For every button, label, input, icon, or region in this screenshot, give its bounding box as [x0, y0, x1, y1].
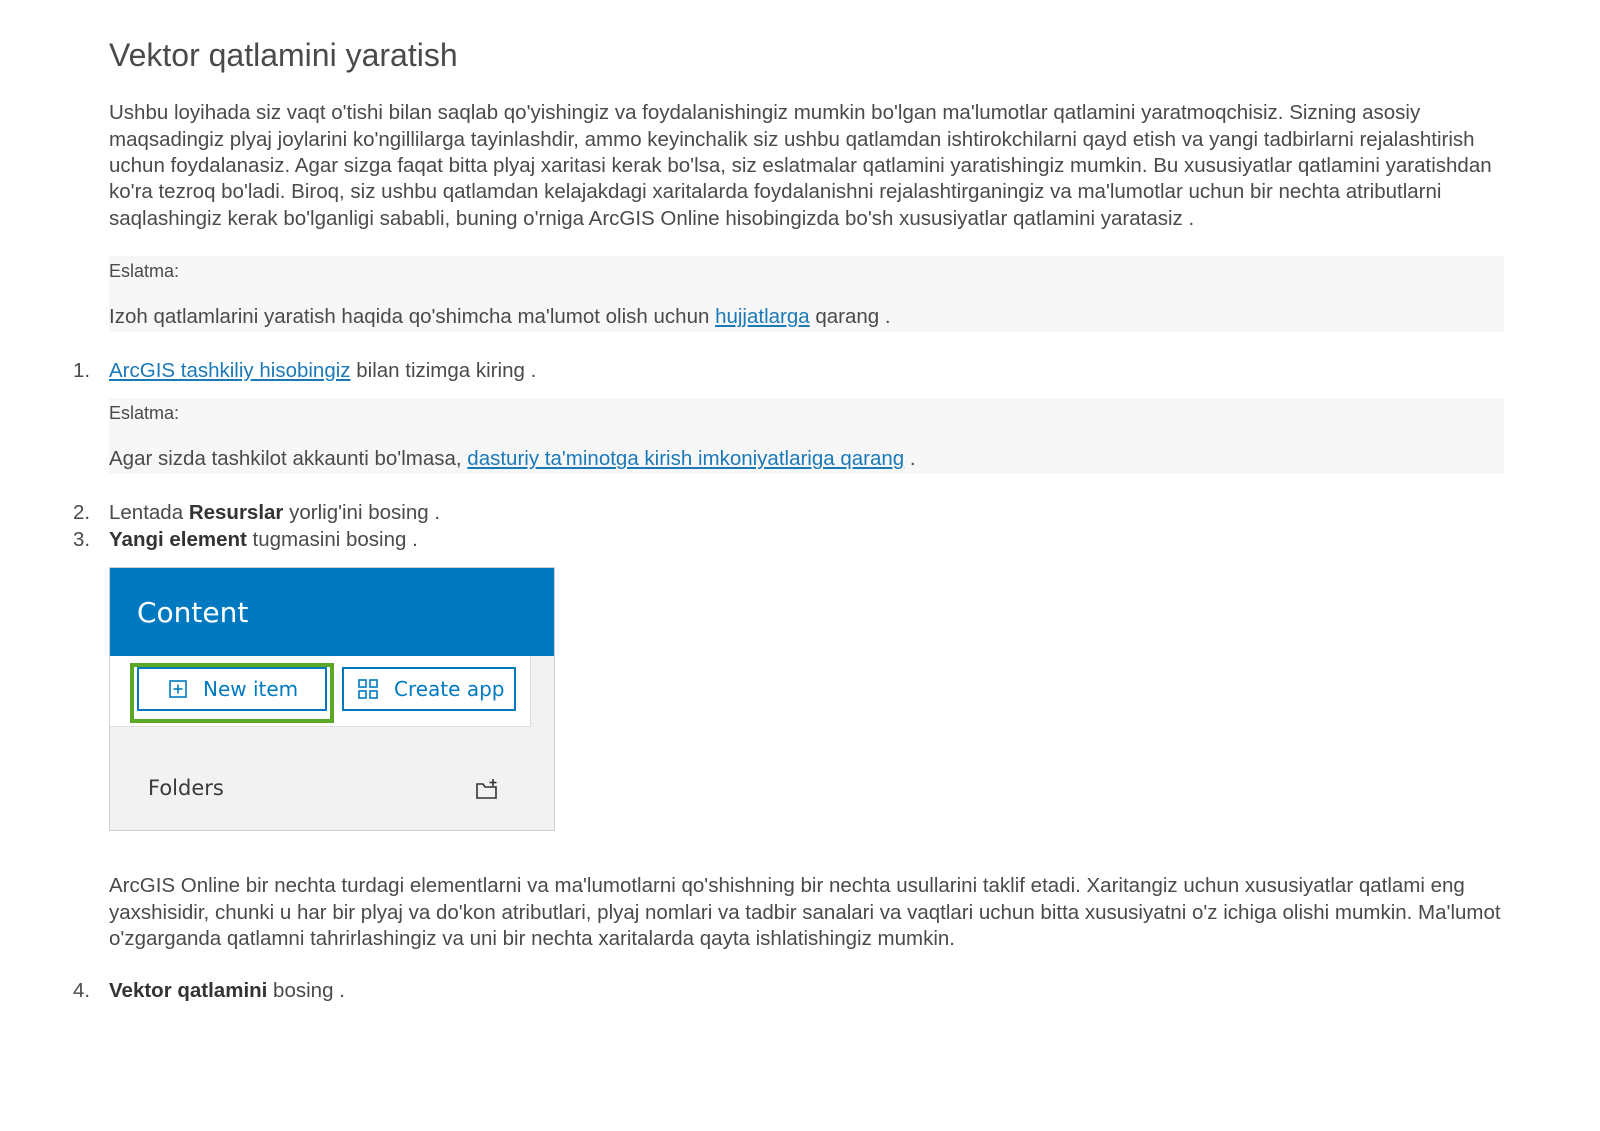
step-1-text: bilan tizimga kiring . [350, 358, 537, 382]
content-header-title: Content [137, 596, 249, 630]
content-screenshot: Content New item Create app Folders [109, 567, 555, 832]
note-text-after: . [904, 447, 916, 471]
software-access-link[interactable]: dasturiy ta'minotga kirish imkoniyatlari… [467, 447, 904, 470]
step-number: 4. [73, 979, 91, 1003]
create-app-label: Create app [394, 677, 505, 702]
note-label: Eslatma: [109, 260, 180, 281]
step-4-bold: Vektor qatlamini [109, 979, 268, 1003]
folders-label: Folders [148, 776, 224, 801]
docs-link[interactable]: hujjatlarga [715, 305, 810, 328]
step-number: 2. [73, 501, 91, 525]
after-screenshot-paragraph: ArcGIS Online bir nechta turdagi element… [109, 874, 1501, 950]
step-2-bold: Resurslar [188, 501, 284, 525]
note-text: Izoh qatlamlarini yaratish haqida qo'shi… [109, 304, 1504, 330]
new-folder-icon[interactable] [475, 778, 499, 800]
step-number: 1. [73, 358, 91, 382]
content-toolbar: New item Create app [110, 656, 531, 728]
step-2-text-before: Lentada [109, 501, 189, 525]
step-3-text: tugmasini bosing . [246, 527, 418, 551]
plus-square-icon [169, 680, 187, 699]
new-item-label: New item [203, 677, 299, 702]
note-text: Agar sizda tashkilot akkaunti bo'lmasa, … [109, 446, 1504, 472]
step-4-text: bosing . [267, 979, 345, 1003]
step-2-text: yorlig'ini bosing . [283, 501, 441, 525]
note-text-before: Agar sizda tashkilot akkaunti bo'lmasa, [109, 447, 468, 471]
step-1: 1. ArcGIS tashkiliy hisobingiz bilan tizi… [73, 358, 1504, 385]
note-label: Eslatma: [109, 403, 180, 424]
step-3: 3. Yangi element tugmasini bosing . [73, 527, 1504, 554]
create-app-button[interactable]: Create app [342, 667, 516, 712]
arcgis-account-link[interactable]: ArcGIS tashkiliy hisobingiz [109, 359, 351, 382]
content-header: Content [110, 568, 554, 657]
step-2: 2. Lentada Resurslar yorlig'ini bosing . [73, 500, 1504, 527]
step-4: 4. Vektor qatlamini bosing . [73, 978, 1504, 1005]
note-text-before: Izoh qatlamlarini yaratish haqida qo'shi… [109, 304, 716, 328]
note-box: Eslatma: Agar sizda tashkilot akkaunti b… [109, 398, 1504, 475]
step-3-bold: Yangi element [109, 527, 247, 551]
document: Vektor qatlamini yaratish Ushbu loyihada… [73, 36, 1504, 1005]
page-title: Vektor qatlamini yaratish [109, 37, 458, 73]
intro-paragraph: Ushbu loyihada siz vaqt o'tishi bilan sa… [109, 101, 1492, 230]
grid-icon [358, 679, 378, 700]
note-box: Eslatma: Izoh qatlamlarini yaratish haqi… [109, 255, 1504, 332]
note-text-after: qarang . [809, 304, 891, 328]
step-number: 3. [73, 527, 91, 551]
new-item-button[interactable]: New item [137, 667, 327, 712]
